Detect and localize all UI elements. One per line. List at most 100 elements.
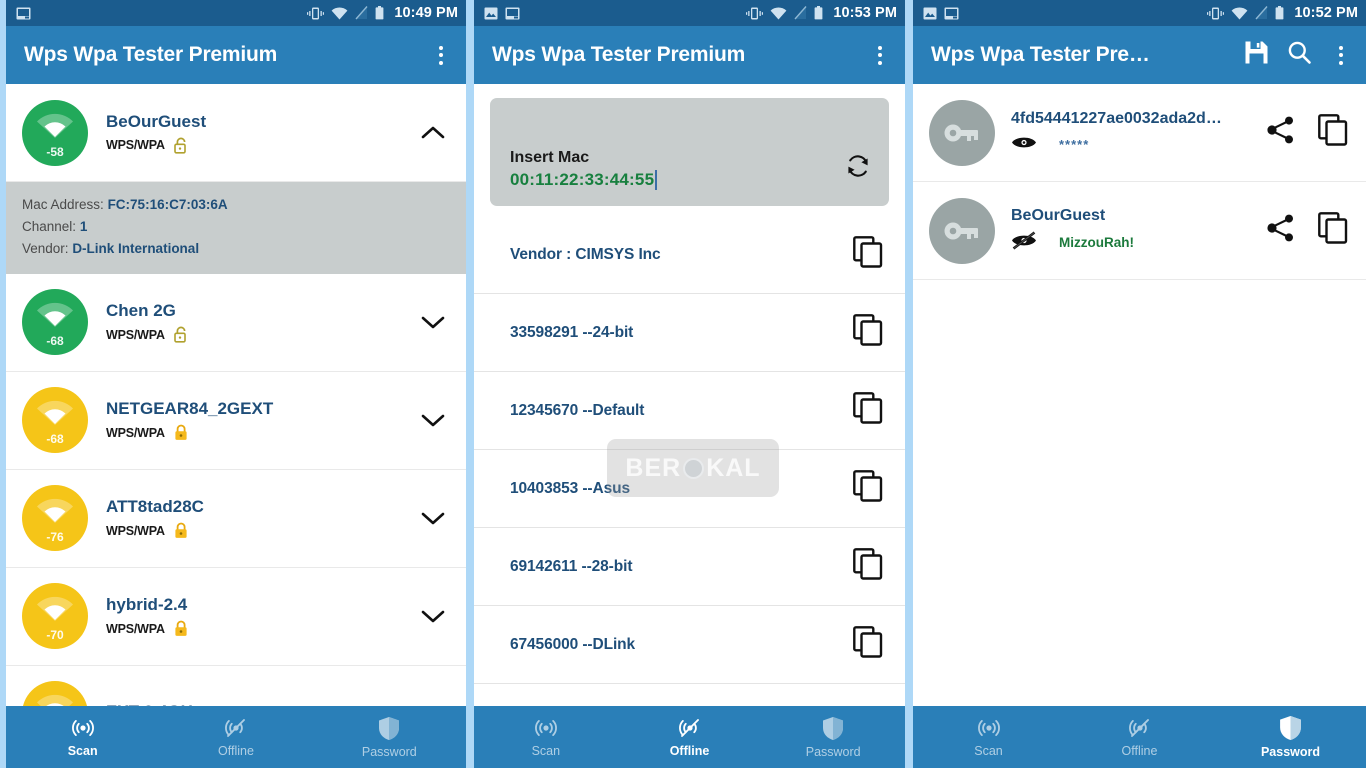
mac-input[interactable]: 00:11:22:33:44:55 — [510, 170, 658, 190]
copy-icon[interactable] — [853, 626, 883, 663]
network-ssid: ATT8tad28C — [106, 497, 204, 517]
signal-dbm: -68 — [46, 432, 64, 447]
saved-password-list[interactable]: 4fd54441227ae0032ada2d… ***** BeOurGuest… — [913, 84, 1366, 706]
offline-icon — [678, 719, 699, 737]
network-info: hybrid-2.4 WPS/WPA — [106, 595, 416, 637]
status-bar-left-icons — [923, 7, 959, 20]
pin-row[interactable]: Vendor : CIMSYS Inc — [474, 216, 905, 294]
nav-item-scan[interactable]: Scan — [913, 716, 1064, 758]
network-security-line: WPS/WPA — [106, 424, 416, 441]
nav-item-password[interactable]: Password — [313, 716, 466, 759]
pin-row[interactable]: 33598291 --24-bit — [474, 294, 905, 372]
share-icon[interactable] — [1266, 116, 1296, 149]
network-list[interactable]: -58 BeOurGuest WPS/WPA Mac Address: FC:7… — [6, 84, 466, 706]
network-info: Chen 2G WPS/WPA — [106, 301, 416, 343]
network-row[interactable]: -76 ATT8tad28C WPS/WPA — [6, 469, 466, 568]
pin-row[interactable]: 10403853 --Asus — [474, 450, 905, 528]
nav-label: Offline — [1121, 744, 1158, 758]
detail-vendor-label: Vendor: — [22, 240, 69, 256]
offline-pin-view[interactable]: Insert Mac 00:11:22:33:44:55 Vendor : CI… — [474, 84, 905, 706]
offline-icon — [225, 719, 245, 737]
wifi-icon — [37, 498, 73, 524]
bottom-navigation: Scan Offline Password — [6, 706, 466, 768]
password-row[interactable]: 4fd54441227ae0032ada2d… ***** — [913, 84, 1366, 182]
overflow-menu-icon[interactable] — [1330, 42, 1352, 68]
screenshot-icon — [505, 7, 520, 19]
nav-item-scan[interactable]: Scan — [6, 716, 159, 758]
password-row[interactable]: BeOurGuest MizzouRah! — [913, 182, 1366, 280]
image-icon — [484, 7, 498, 19]
wifi-icon — [37, 596, 73, 622]
expand-chevron-icon[interactable] — [416, 305, 450, 339]
network-security-label: WPS/WPA — [106, 138, 165, 152]
signal-dbm: -76 — [46, 530, 64, 545]
network-ssid: EXT-2.4GHz — [106, 702, 450, 706]
pin-row[interactable]: 67456000 --DLink — [474, 606, 905, 684]
nav-label: Scan — [67, 744, 98, 758]
detail-channel-label: Channel: — [22, 218, 77, 234]
bottom-navigation: Scan Offline Password — [474, 706, 905, 768]
wifi-icon — [37, 113, 73, 138]
pin-row[interactable]: 69142611 --28-bit — [474, 528, 905, 606]
network-info: NETGEAR84_2GEXT WPS/WPA — [106, 399, 416, 441]
overflow-menu-icon[interactable] — [430, 42, 452, 68]
share-icon[interactable] — [1266, 214, 1296, 247]
pin-text: 12345670 --Default — [510, 401, 645, 419]
copy-icon[interactable] — [853, 548, 883, 585]
network-row[interactable]: -68 Chen 2G WPS/WPA — [6, 273, 466, 372]
expand-chevron-icon[interactable] — [416, 501, 450, 535]
password-reveal-line: ***** — [1011, 134, 1256, 156]
expand-chevron-icon[interactable] — [416, 403, 450, 437]
network-row[interactable]: -68 NETGEAR84_2GEXT WPS/WPA — [6, 371, 466, 470]
battery-icon — [375, 6, 384, 20]
network-ssid: Chen 2G — [106, 301, 176, 321]
nav-item-offline[interactable]: Offline — [618, 716, 762, 758]
network-security-label: WPS/WPA — [106, 523, 165, 538]
expand-chevron-icon[interactable] — [416, 599, 450, 633]
network-row[interactable]: -70 hybrid-2.4 WPS/WPA — [6, 567, 466, 666]
signal-dbm: -70 — [46, 628, 64, 643]
shield-icon — [379, 716, 400, 740]
network-info: BeOurGuest WPS/WPA — [106, 112, 416, 154]
network-row[interactable]: EXT-2.4GHz — [6, 665, 466, 706]
nav-item-offline[interactable]: Offline — [159, 716, 312, 758]
detail-vendor-value: D-Link International — [72, 240, 200, 256]
signal-strength-badge: -68 — [22, 387, 88, 454]
pin-row[interactable]: 12345670 --Default — [474, 372, 905, 450]
network-row[interactable]: -58 BeOurGuest WPS/WPA — [6, 84, 466, 182]
copy-icon[interactable] — [853, 470, 883, 507]
search-icon[interactable] — [1287, 40, 1312, 70]
three-phone-screenshot-collage: 10:49 PM Wps Wpa Tester Premium -58 BeOu… — [0, 0, 1366, 768]
insert-mac-card[interactable]: Insert Mac 00:11:22:33:44:55 — [490, 98, 889, 206]
eye-icon[interactable] — [1011, 134, 1037, 156]
password-info: 4fd54441227ae0032ada2d… ***** — [1011, 110, 1256, 156]
copy-icon[interactable] — [1318, 212, 1348, 249]
nav-item-password[interactable]: Password — [761, 716, 905, 759]
locked-padlock-icon — [175, 620, 187, 636]
locked-padlock-icon — [175, 522, 187, 538]
status-bar: 10:49 PM — [6, 0, 466, 26]
copy-icon[interactable] — [1318, 114, 1348, 151]
password-info: BeOurGuest MizzouRah! — [1011, 207, 1256, 255]
collapse-chevron-icon[interactable] — [416, 116, 450, 150]
status-bar: 10:52 PM — [913, 0, 1366, 26]
copy-icon[interactable] — [853, 392, 883, 429]
app-title: Wps Wpa Tester Premium — [492, 43, 746, 66]
nav-label: Password — [361, 744, 417, 759]
overflow-menu-icon[interactable] — [869, 42, 891, 68]
nav-item-scan[interactable]: Scan — [474, 716, 618, 758]
nav-label: Offline — [669, 744, 710, 758]
eye-off-icon[interactable] — [1011, 230, 1037, 255]
pin-text: 10403853 --Asus — [510, 479, 630, 497]
nav-item-offline[interactable]: Offline — [1064, 716, 1215, 758]
copy-icon[interactable] — [853, 236, 883, 273]
phone-screen-passwords: 10:52 PM Wps Wpa Tester Pre… 4fd54441227… — [913, 0, 1366, 768]
save-icon[interactable] — [1244, 40, 1269, 70]
copy-icon[interactable] — [853, 314, 883, 351]
nav-item-password[interactable]: Password — [1215, 715, 1366, 759]
nav-label: Password — [1260, 745, 1321, 759]
network-security-label: WPS/WPA — [106, 425, 165, 440]
screenshot-icon — [16, 7, 31, 19]
mac-input-group: Insert Mac 00:11:22:33:44:55 — [510, 149, 845, 190]
refresh-icon[interactable] — [845, 153, 871, 184]
